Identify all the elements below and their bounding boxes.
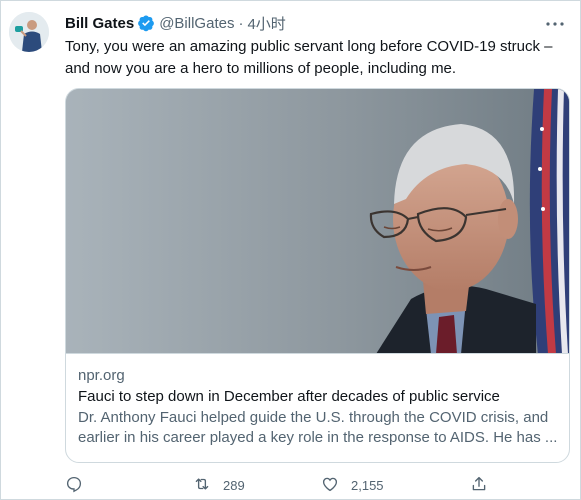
like-icon <box>321 475 339 496</box>
retweet-button[interactable]: 289 <box>193 475 245 496</box>
reply-icon <box>65 475 83 496</box>
tweet-text: Tony, you were an amazing public servant… <box>65 38 553 77</box>
author-name[interactable]: Bill Gates <box>65 15 134 32</box>
retweet-count: 289 <box>223 478 245 493</box>
tweet-header: Bill Gates @BillGates · 4小时 <box>65 13 286 33</box>
card-body: npr.org Fauci to step down in December a… <box>78 366 558 448</box>
like-button[interactable]: 2,155 <box>321 475 384 496</box>
action-bar: 289 2,155 <box>65 475 505 497</box>
reply-button[interactable] <box>65 475 83 496</box>
card-domain: npr.org <box>78 367 125 384</box>
verified-badge-icon <box>137 14 155 32</box>
avatar[interactable] <box>9 12 49 52</box>
avatar-image <box>9 12 49 52</box>
retweet-icon <box>193 475 211 496</box>
separator-dot: · <box>238 14 244 32</box>
like-count: 2,155 <box>351 478 384 493</box>
card-description: Dr. Anthony Fauci helped guide the U.S. … <box>78 409 558 446</box>
link-preview-card[interactable]: npr.org Fauci to step down in December a… <box>65 88 570 463</box>
tweet-timestamp[interactable]: 4小时 <box>247 13 285 34</box>
author-handle[interactable]: @BillGates <box>159 15 234 32</box>
more-options-icon[interactable] <box>544 15 566 33</box>
article-image[interactable] <box>66 89 569 354</box>
share-icon <box>470 475 488 496</box>
share-button[interactable] <box>470 475 488 496</box>
card-title[interactable]: Fauci to step down in December after dec… <box>78 387 558 407</box>
tweet-card[interactable]: Bill Gates @BillGates · 4小时 Tony, you we… <box>0 0 581 500</box>
